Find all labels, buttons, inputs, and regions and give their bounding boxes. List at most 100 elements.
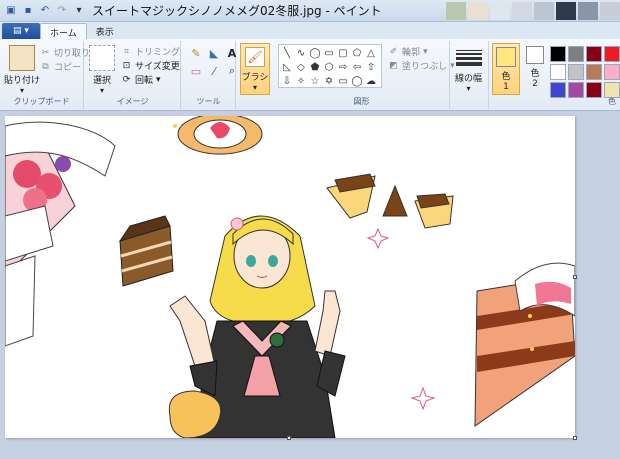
file-menu-button[interactable]: ▤ ▾ — [2, 23, 40, 39]
fill-icon: ◩ — [389, 60, 398, 71]
select-button[interactable]: 選択 ▾ — [89, 45, 115, 95]
palette-swatch-8[interactable] — [604, 64, 620, 80]
crop-label: トリミング — [135, 48, 181, 58]
palette-swatch-5[interactable] — [550, 64, 566, 80]
clipboard-icon — [9, 45, 35, 71]
shape-outline-button[interactable]: ✐ 輪郭 ▾ — [388, 45, 428, 59]
fill-bucket-icon[interactable]: ◣ — [206, 45, 222, 61]
palette-swatch-3[interactable] — [604, 46, 620, 62]
canvas-resize-handle-bottom[interactable] — [287, 436, 291, 440]
color2-number: 2 — [532, 79, 538, 89]
palette-swatch-0[interactable] — [550, 46, 566, 62]
size-button[interactable]: 線の幅 ▾ — [455, 45, 482, 93]
rotate-button[interactable]: ⟳ 回転 ▾ — [121, 73, 161, 87]
callout-rect-shape-icon[interactable]: ▭ — [336, 74, 350, 88]
color2-label: 色 — [530, 69, 540, 79]
copy-label: コピー — [54, 63, 82, 73]
shapes-group-label: 図形 — [353, 97, 370, 106]
scissors-icon: ✂ — [41, 47, 50, 58]
brushes-label: ブラシ — [241, 73, 269, 83]
ribbon: 貼り付け ▾ ✂ 切り取り ⧉ コピー クリップボード 選択 ▾ ⌗ トリミング… — [0, 39, 620, 111]
four-point-star-shape-icon[interactable]: ✧ — [294, 74, 308, 88]
color2-swatch — [526, 46, 544, 64]
six-point-star-shape-icon[interactable]: ✡ — [322, 74, 336, 88]
palette-swatch-6[interactable] — [568, 64, 584, 80]
color1-number: 1 — [503, 82, 509, 92]
brush-icon: 🖌 — [245, 47, 265, 67]
color2-button[interactable]: 色 2 — [523, 46, 547, 89]
girl-character-illustration — [168, 215, 346, 438]
colors-group-label: 色 — [608, 97, 616, 106]
right-triangle-shape-icon[interactable]: ◺ — [280, 60, 294, 74]
paint-app-icon[interactable]: ▣ — [4, 4, 18, 18]
pencil-icon[interactable]: ✎ — [188, 45, 204, 61]
layer-cake-illustration — [474, 262, 575, 427]
save-icon[interactable]: ▪ — [21, 4, 35, 18]
crop-button[interactable]: ⌗ トリミング — [121, 45, 181, 59]
five-point-star-shape-icon[interactable]: ☆ — [308, 74, 322, 88]
callout-oval-shape-icon[interactable]: ◯ — [350, 74, 364, 88]
rectangle-shape-icon[interactable]: ▭ — [322, 46, 336, 60]
paste-button[interactable]: 貼り付け ▾ — [4, 45, 40, 95]
pentagon-shape-icon[interactable]: ⬟ — [308, 60, 322, 74]
select-dropdown-icon[interactable]: ▾ — [100, 86, 104, 95]
tab-view[interactable]: 表示 — [87, 23, 123, 39]
undo-icon[interactable]: ↶ — [38, 4, 52, 18]
ribbon-tabs: ▤ ▾ ホーム 表示 — [0, 22, 620, 39]
clipboard-group-label: クリップボード — [13, 97, 70, 106]
color1-button[interactable]: 色 1 — [492, 43, 520, 95]
paste-dropdown-icon[interactable]: ▾ — [20, 86, 24, 95]
triangle-shape-icon[interactable]: △ — [364, 46, 378, 60]
colors-group: 色 1 色 2 色 — [490, 41, 620, 109]
color1-swatch — [496, 47, 516, 67]
background-thumbnails — [446, 0, 620, 22]
copy-button[interactable]: ⧉ コピー — [40, 60, 82, 74]
polygon-shape-icon[interactable]: ⬠ — [350, 46, 364, 60]
brushes-button[interactable]: 🖌 ブラシ ▾ — [240, 43, 270, 95]
resize-button[interactable]: ⊡ サイズ変更 — [121, 59, 180, 73]
size-dropdown-icon[interactable]: ▾ — [467, 84, 471, 93]
canvas-artwork — [5, 116, 575, 438]
paste-label: 貼り付け — [4, 76, 41, 86]
color-picker-icon[interactable]: ⁄ — [206, 63, 222, 79]
image-group-label: イメージ — [116, 97, 149, 106]
up-arrow-shape-icon[interactable]: ⇧ — [364, 60, 378, 74]
brushes-dropdown-icon[interactable]: ▾ — [253, 83, 257, 92]
eraser-icon[interactable]: ▭ — [188, 63, 204, 79]
color-palette — [550, 46, 620, 98]
down-arrow-shape-icon[interactable]: ⇩ — [280, 74, 294, 88]
right-arrow-shape-icon[interactable]: ⇨ — [336, 60, 350, 74]
oval-shape-icon[interactable]: ◯ — [308, 46, 322, 60]
quick-access-toolbar: ▣ ▪ ↶ ↷ ▾ — [0, 4, 86, 18]
title-bar: ▣ ▪ ↶ ↷ ▾ スイートマジックシノノメメグ02冬服.jpg - ペイント — [0, 0, 620, 22]
redo-icon[interactable]: ↷ — [55, 4, 69, 18]
color1-label: 色 — [501, 72, 511, 82]
palette-swatch-1[interactable] — [568, 46, 584, 62]
diamond-shape-icon[interactable]: ◇ — [294, 60, 308, 74]
copy-icon: ⧉ — [42, 61, 49, 72]
pudding-illustration — [326, 173, 454, 229]
resize-icon: ⊡ — [122, 60, 131, 71]
cloud-shape-icon[interactable]: ☁ — [364, 74, 378, 88]
drawing-canvas[interactable] — [5, 116, 575, 438]
tab-home[interactable]: ホーム — [40, 23, 87, 39]
shape-fill-label: 塗りつぶし — [402, 62, 448, 72]
canvas-resize-handle-right[interactable] — [573, 275, 577, 279]
customize-qat-icon[interactable]: ▾ — [72, 4, 86, 18]
left-arrow-shape-icon[interactable]: ⇦ — [350, 60, 364, 74]
rounded-rectangle-shape-icon[interactable]: ▢ — [336, 46, 350, 60]
tools-group-label: ツール — [196, 97, 221, 106]
rotate-dropdown-icon[interactable]: ▾ — [156, 75, 161, 85]
curve-shape-icon[interactable]: ∿ — [294, 46, 308, 60]
palette-swatch-2[interactable] — [586, 46, 602, 62]
cut-button[interactable]: ✂ 切り取り — [40, 46, 90, 60]
line-width-icon — [455, 45, 482, 71]
size-label: 線の幅 — [455, 74, 483, 84]
canvas-resize-handle-corner[interactable] — [573, 436, 577, 440]
canvas-workspace — [0, 111, 620, 459]
hexagon-shape-icon[interactable]: ⬡ — [322, 60, 336, 74]
shape-fill-button[interactable]: ◩ 塗りつぶし ▾ — [388, 59, 454, 73]
line-shape-icon[interactable]: ╲ — [280, 46, 294, 60]
palette-swatch-7[interactable] — [586, 64, 602, 80]
rotate-label: 回転 — [135, 76, 154, 86]
